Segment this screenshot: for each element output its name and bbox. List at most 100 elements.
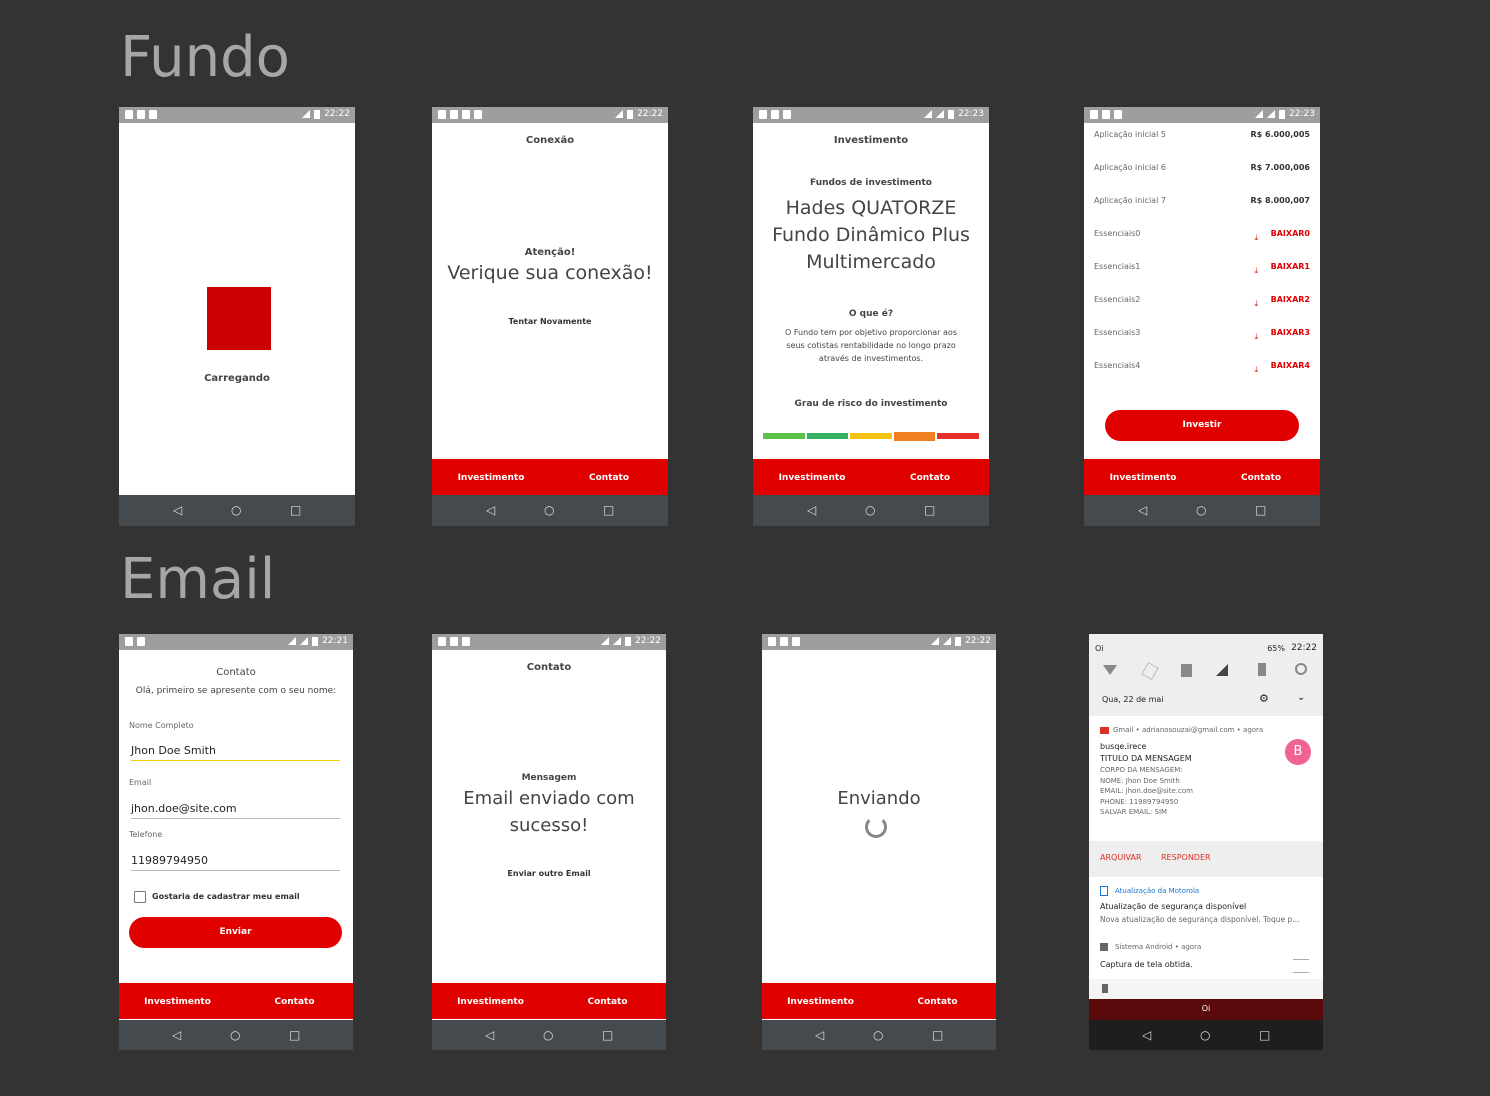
back-icon[interactable]: ◁ <box>1142 1028 1151 1042</box>
risk-segment <box>850 433 892 439</box>
download-icon[interactable]: ⤓ <box>1254 266 1258 276</box>
save-email-checkbox[interactable] <box>134 891 146 903</box>
email-label: Email <box>129 778 152 787</box>
wifi-off-icon[interactable] <box>1103 665 1117 675</box>
status-bar: 22:22 <box>432 634 666 650</box>
reply-button[interactable]: RESPONDER <box>1161 853 1211 862</box>
back-icon[interactable]: ◁ <box>485 1028 494 1042</box>
tab-investimento[interactable]: Investimento <box>119 997 236 1007</box>
phone-investment-list: 22:23 Aplicação inicial 5 R$ 6.000,005 Ap… <box>1084 107 1320 526</box>
wifi-icon <box>288 637 297 645</box>
attention-label: Atenção! <box>524 247 576 258</box>
what-text-line1: O Fundo tem por objetivo proporcionar ao… <box>785 328 957 337</box>
android-nav-bar: ◁ ○ □ <box>432 495 668 526</box>
back-icon[interactable]: ◁ <box>807 503 816 517</box>
download-icon[interactable]: ⤓ <box>1254 233 1258 243</box>
status-bar: 22:23 <box>1084 107 1320 123</box>
home-icon[interactable]: ○ <box>865 503 875 517</box>
download-label: Essenciais1 <box>1094 262 1141 271</box>
settings-gear-icon[interactable]: ⚙ <box>1259 692 1269 705</box>
row-value: R$ 6.000,005 <box>1250 130 1310 139</box>
wifi-icon <box>1255 110 1264 118</box>
back-icon[interactable]: ◁ <box>172 1028 181 1042</box>
back-icon[interactable]: ◁ <box>486 503 495 517</box>
quick-settings: Oi 65% 22:22 Qua, 22 de mai ⚙ ⌄ <box>1089 634 1323 716</box>
download-icon[interactable]: ⤓ <box>1254 365 1258 375</box>
submit-button[interactable]: Enviar <box>129 917 342 948</box>
android-notification[interactable]: Sistema Android • agora Captura de tela … <box>1089 937 1323 979</box>
wifi-icon <box>924 110 933 118</box>
download-button[interactable]: BAIXAR2 <box>1271 295 1310 304</box>
risk-title: Grau de risco do investimento <box>794 399 948 409</box>
archive-button[interactable]: ARQUIVAR <box>1100 853 1142 862</box>
back-icon[interactable]: ◁ <box>1138 503 1147 517</box>
recent-apps-icon[interactable]: □ <box>602 1028 613 1042</box>
page-title: Investimento <box>833 135 909 146</box>
tab-investimento[interactable]: Investimento <box>432 473 550 483</box>
gmail-notification[interactable]: Gmail • adrianosouzai@gmail.com • agora … <box>1089 718 1323 841</box>
tab-contato[interactable]: Contato <box>879 997 996 1007</box>
android-nav-bar: ◁ ○ □ <box>119 495 355 526</box>
download-icon[interactable]: ⤓ <box>1254 299 1258 309</box>
connection-message: Verique sua conexão! <box>447 262 653 284</box>
name-field[interactable]: Jhon Doe Smith <box>131 744 340 761</box>
send-another-button[interactable]: Enviar outro Email <box>432 869 666 878</box>
phone-sending: 22:22 Enviando Investimento Contato ◁ ○ … <box>762 634 996 1050</box>
recent-apps-icon[interactable]: □ <box>603 503 614 517</box>
chevron-down-icon[interactable]: ⌄ <box>1297 692 1305 703</box>
home-icon[interactable]: ○ <box>231 503 241 517</box>
tab-investimento[interactable]: Investimento <box>762 997 879 1007</box>
recent-apps-icon[interactable]: □ <box>1259 1028 1270 1042</box>
download-button[interactable]: BAIXAR0 <box>1271 229 1310 238</box>
retry-button[interactable]: Tentar Novamente <box>432 317 668 326</box>
do-not-disturb-icon[interactable] <box>1295 663 1307 675</box>
home-icon[interactable]: ○ <box>543 1028 553 1042</box>
download-button[interactable]: BAIXAR1 <box>1271 262 1310 271</box>
email-field[interactable]: jhon.doe@site.com <box>131 802 340 819</box>
tab-contato[interactable]: Contato <box>236 997 353 1007</box>
back-icon[interactable]: ◁ <box>173 503 182 517</box>
no-sim-icon[interactable] <box>1181 664 1192 677</box>
phone-contact-form: 22:21 Contato Olá, primeiro se apresente… <box>119 634 353 1050</box>
risk-segment <box>763 433 805 439</box>
back-icon[interactable]: ◁ <box>815 1028 824 1042</box>
home-icon[interactable]: ○ <box>1196 503 1206 517</box>
home-icon[interactable]: ○ <box>544 503 554 517</box>
invest-button[interactable]: Investir <box>1105 410 1299 441</box>
download-icon[interactable]: ⤓ <box>1254 332 1258 342</box>
image-icon <box>450 637 458 646</box>
sent-message-line1: Email enviado com <box>463 788 635 809</box>
page-title: Contato <box>526 662 572 673</box>
status-time: 22:22 <box>1291 643 1317 653</box>
recent-apps-icon[interactable]: □ <box>932 1028 943 1042</box>
phone-email-sent: 22:22 Contato Mensagem Email enviado com… <box>432 634 666 1050</box>
tab-investimento[interactable]: Investimento <box>1084 473 1202 483</box>
home-icon[interactable]: ○ <box>1200 1028 1210 1042</box>
recent-apps-icon[interactable]: □ <box>924 503 935 517</box>
body-line: SALVAR EMAIL: SIM <box>1100 808 1168 816</box>
download-button[interactable]: BAIXAR3 <box>1271 328 1310 337</box>
phone-notification-shade: Oi 65% 22:22 Qua, 22 de mai ⚙ ⌄ Gmail • … <box>1089 634 1323 1050</box>
download-button[interactable]: BAIXAR4 <box>1271 361 1310 370</box>
notification-icon <box>125 637 133 646</box>
home-icon[interactable]: ○ <box>873 1028 883 1042</box>
bluetooth-icon[interactable] <box>1141 661 1159 681</box>
image-icon <box>792 637 800 646</box>
recent-apps-icon[interactable]: □ <box>289 1028 300 1042</box>
dimmed-tabs: Oi <box>1089 999 1323 1020</box>
recent-apps-icon[interactable]: □ <box>1255 503 1266 517</box>
gmail-icon <box>1100 727 1109 734</box>
status-time: 22:23 <box>958 109 984 119</box>
tab-contato[interactable]: Contato <box>871 473 989 483</box>
tab-investimento[interactable]: Investimento <box>432 997 549 1007</box>
tab-investimento[interactable]: Investimento <box>753 473 871 483</box>
phone-field[interactable]: 11989794950 <box>131 854 340 871</box>
tab-contato[interactable]: Contato <box>549 997 666 1007</box>
tab-contato[interactable]: Contato <box>1202 473 1320 483</box>
recent-apps-icon[interactable]: □ <box>290 503 301 517</box>
home-icon[interactable]: ○ <box>230 1028 240 1042</box>
motorola-notification[interactable]: Atualização da Motorola Atualização de s… <box>1089 879 1323 935</box>
tab-contato[interactable]: Contato <box>550 473 668 483</box>
signal-icon[interactable] <box>1216 664 1228 676</box>
battery-saver-icon[interactable] <box>1258 663 1266 676</box>
